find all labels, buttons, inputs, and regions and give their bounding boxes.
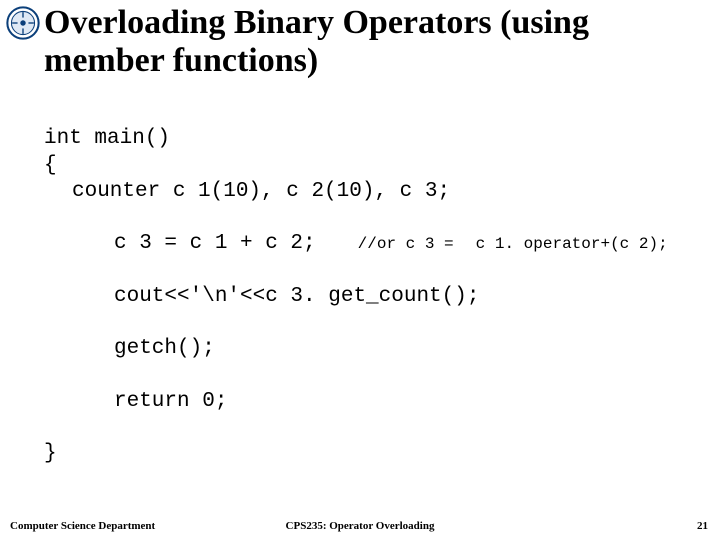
footer-center-text: CPS235: Operator Overloading [286, 520, 435, 532]
code-line: } [44, 442, 57, 465]
institution-seal-icon [6, 6, 40, 40]
slide-title: Overloading Binary Operators (using memb… [44, 4, 700, 80]
code-line: getch(); [114, 336, 700, 362]
footer-page-number: 21 [697, 520, 708, 532]
footer-left-text: Computer Science Department [10, 520, 155, 532]
code-line: counter c 1(10), c 2(10), c 3; [72, 179, 700, 205]
code-line: int main() [44, 127, 170, 150]
code-line: cout<<'\n'<<c 3. get_count(); [114, 284, 700, 310]
code-block: int main() { counter c 1(10), c 2(10), c… [44, 100, 700, 468]
code-line: return 0; [114, 389, 700, 415]
slide-footer: Computer Science Department CPS235: Oper… [0, 512, 720, 534]
code-line: { [44, 154, 57, 177]
code-line: c 3 = c 1 + c 2;//or c 3 =c 1. operator+… [114, 231, 700, 257]
